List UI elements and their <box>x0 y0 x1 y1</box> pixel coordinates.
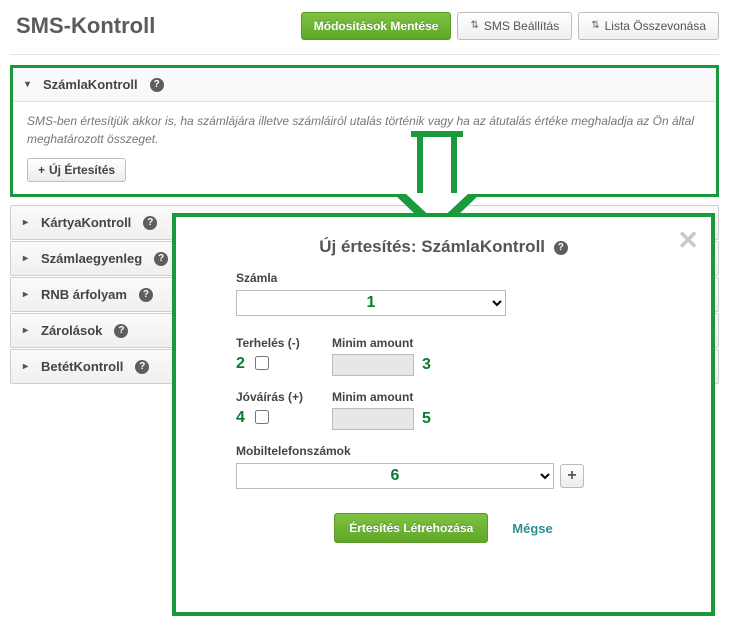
debit-min-label: Minim amount <box>332 336 431 350</box>
plus-icon: + <box>38 163 45 177</box>
panel-body-szamla: SMS-ben értesítjük akkor is, ha számlájá… <box>13 101 716 194</box>
debit-label: Terhelés (-) <box>236 336 326 350</box>
help-icon[interactable]: ? <box>135 360 149 374</box>
merge-list-button[interactable]: ⇅ Lista Összevonása <box>578 12 719 40</box>
credit-checkbox[interactable] <box>255 410 269 424</box>
merge-list-label: Lista Összevonása <box>605 19 706 33</box>
marker-5: 5 <box>422 410 431 428</box>
panel-title: BetétKontroll <box>41 359 123 374</box>
chevron-right-icon: ▸ <box>23 361 33 372</box>
sms-settings-label: SMS Beállítás <box>484 19 559 33</box>
chevron-right-icon: ▸ <box>23 217 33 228</box>
chevron-down-icon: ▾ <box>25 79 35 90</box>
panel-title: RNB árfolyam <box>41 287 127 302</box>
marker-2: 2 <box>236 355 245 373</box>
panel-title: KártyaKontroll <box>41 215 131 230</box>
chevron-right-icon: ▸ <box>23 325 33 336</box>
cancel-link[interactable]: Mégse <box>512 521 552 536</box>
phone-select[interactable] <box>236 463 554 489</box>
debit-checkbox[interactable] <box>255 356 269 370</box>
credit-min-label: Minim amount <box>332 390 431 404</box>
sms-settings-button[interactable]: ⇅ SMS Beállítás <box>457 12 572 40</box>
panel-description: SMS-ben értesítjük akkor is, ha számlájá… <box>27 112 702 148</box>
add-phone-button[interactable]: + <box>560 464 584 488</box>
panel-title: SzámlaKontroll <box>43 77 138 92</box>
sort-icon: ⇅ <box>591 21 599 31</box>
help-icon[interactable]: ? <box>139 288 153 302</box>
chevron-right-icon: ▸ <box>23 289 33 300</box>
panel-header-szamla[interactable]: ▾ SzámlaKontroll ? <box>13 68 716 101</box>
new-notification-modal: ✕ Új értesítés: SzámlaKontroll ? Számla … <box>172 213 715 616</box>
modal-title-text: Új értesítés: SzámlaKontroll <box>319 237 545 256</box>
create-notification-button[interactable]: Értesítés Létrehozása <box>334 513 488 543</box>
sort-icon: ⇅ <box>470 21 478 31</box>
panel-title: Számlaegyenleg <box>41 251 142 266</box>
panel-title: Zárolások <box>41 323 102 338</box>
debit-min-input[interactable] <box>332 354 414 376</box>
help-icon[interactable]: ? <box>150 78 164 92</box>
marker-4: 4 <box>236 409 245 427</box>
account-label: Számla <box>236 271 651 285</box>
new-notification-label: Új Értesítés <box>49 163 115 177</box>
help-icon[interactable]: ? <box>143 216 157 230</box>
marker-3: 3 <box>422 356 431 374</box>
credit-min-input[interactable] <box>332 408 414 430</box>
help-icon[interactable]: ? <box>154 252 168 266</box>
credit-label: Jóváírás (+) <box>236 390 326 404</box>
page-title: SMS-Kontroll <box>10 13 295 39</box>
help-icon[interactable]: ? <box>554 241 568 255</box>
close-icon[interactable]: ✕ <box>677 225 699 256</box>
account-select[interactable] <box>236 290 506 316</box>
save-button[interactable]: Módosítások Mentése <box>301 12 452 40</box>
help-icon[interactable]: ? <box>114 324 128 338</box>
new-notification-button[interactable]: + Új Értesítés <box>27 158 126 182</box>
modal-title: Új értesítés: SzámlaKontroll ? <box>202 237 685 257</box>
szamlakontroll-panel: ▾ SzámlaKontroll ? SMS-ben értesítjük ak… <box>10 65 719 197</box>
chevron-right-icon: ▸ <box>23 253 33 264</box>
phones-label: Mobiltelefonszámok <box>236 444 651 458</box>
